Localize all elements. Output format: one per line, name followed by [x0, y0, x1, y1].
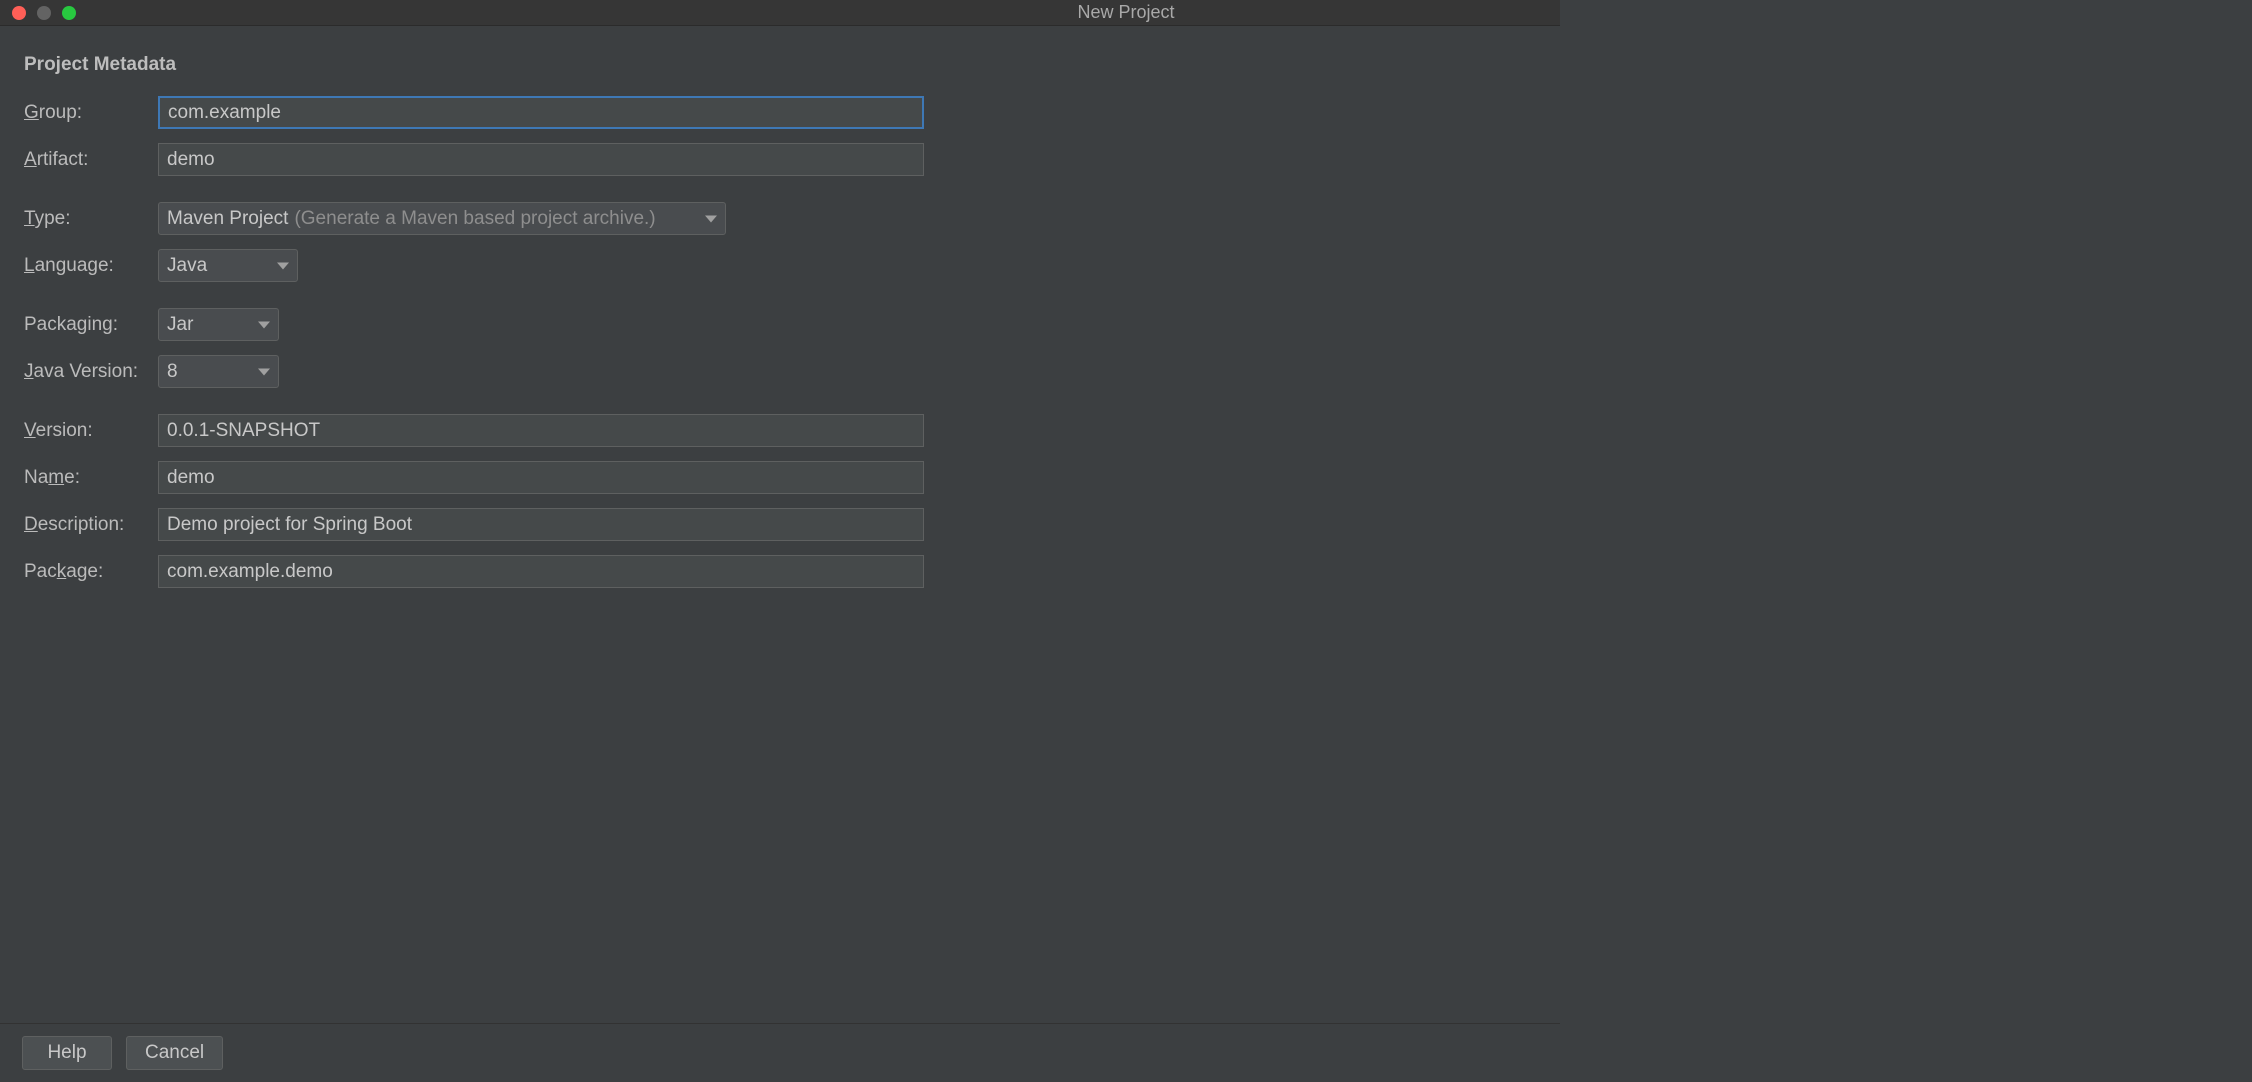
artifact-input[interactable]: [158, 143, 924, 176]
label-description: Description:: [24, 514, 158, 536]
label-package: Package:: [24, 561, 158, 583]
type-select-hint: (Generate a Maven based project archive.…: [294, 208, 655, 230]
traffic-lights: [0, 6, 76, 20]
right-empty-pane: [1560, 0, 2252, 1082]
label-group: Group:: [24, 102, 158, 124]
zoom-icon[interactable]: [62, 6, 76, 20]
chevron-down-icon: [277, 262, 289, 269]
version-input[interactable]: [158, 414, 924, 447]
name-input[interactable]: [158, 461, 924, 494]
language-select-value: Java: [167, 255, 207, 277]
close-icon[interactable]: [12, 6, 26, 20]
chevron-down-icon: [258, 321, 270, 328]
group-input[interactable]: [158, 96, 924, 129]
language-select[interactable]: Java: [158, 249, 298, 282]
packaging-select-value: Jar: [167, 314, 193, 336]
label-artifact: Artifact:: [24, 149, 158, 171]
chevron-down-icon: [705, 215, 717, 222]
label-type: Type:: [24, 208, 158, 230]
label-packaging: Packaging:: [24, 314, 158, 336]
description-input[interactable]: [158, 508, 924, 541]
package-input[interactable]: [158, 555, 924, 588]
label-language: Language:: [24, 255, 158, 277]
label-version: Version:: [24, 420, 158, 442]
type-select[interactable]: Maven Project (Generate a Maven based pr…: [158, 202, 726, 235]
java-version-select[interactable]: 8: [158, 355, 279, 388]
cancel-button[interactable]: Cancel: [126, 1036, 223, 1070]
minimize-icon[interactable]: [37, 6, 51, 20]
chevron-down-icon: [258, 368, 270, 375]
java-version-select-value: 8: [167, 361, 178, 383]
type-select-value: Maven Project: [167, 208, 288, 230]
packaging-select[interactable]: Jar: [158, 308, 279, 341]
help-button[interactable]: Help: [22, 1036, 112, 1070]
label-java-version: Java Version:: [24, 361, 158, 383]
label-name: Name:: [24, 467, 158, 489]
